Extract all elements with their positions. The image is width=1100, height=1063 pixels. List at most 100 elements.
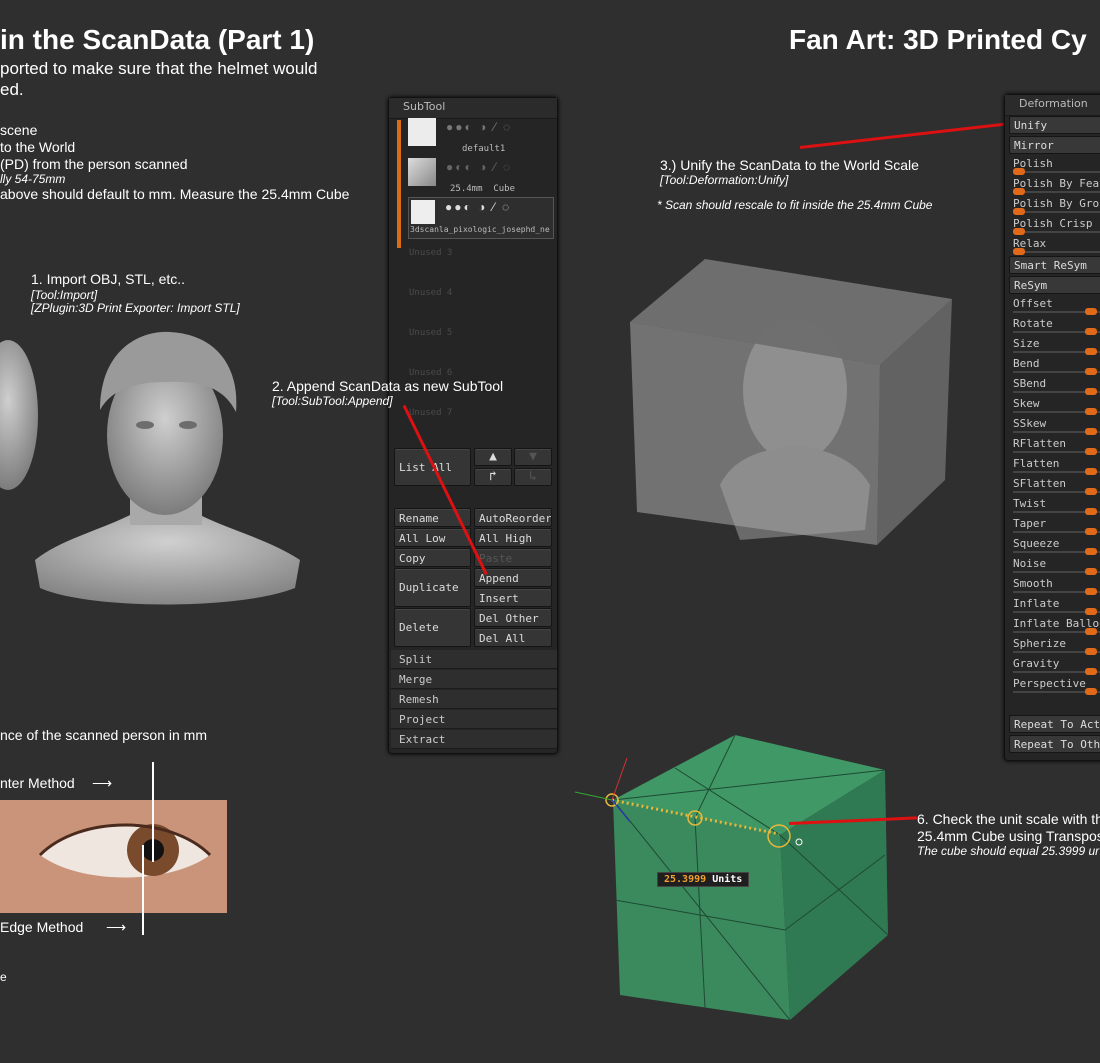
move-up-button[interactable]: ▲ [474,448,512,466]
slider-offset[interactable]: Offset [1009,295,1100,315]
move-to-top-button[interactable]: ↱ [474,468,512,486]
slider-skew[interactable]: Skew [1009,395,1100,415]
subtool-slot-cube[interactable]: ●◐◐ ◑ ⁄ ◌ 25.4mm Cube [408,156,552,196]
cube-thumbnail [408,158,436,186]
slider-knob[interactable] [1085,428,1097,435]
slider-knob[interactable] [1085,548,1097,555]
smart-resym-button[interactable]: Smart ReSym [1009,256,1100,274]
slider-knob[interactable] [1013,168,1025,175]
paste-button[interactable]: Paste [474,548,552,567]
slider-knob[interactable] [1013,248,1025,255]
all-high-button[interactable]: All High [474,528,552,547]
slider-knob[interactable] [1085,648,1097,655]
visibility-icons[interactable]: ●◐◐ ◑ ⁄ ◌ [446,160,512,174]
project-menu[interactable]: Project [391,710,557,729]
slider-flatten[interactable]: Flatten [1009,455,1100,475]
merge-menu[interactable]: Merge [391,670,557,689]
slider-polish-crisp-edges[interactable]: Polish Crisp Edg [1009,215,1100,235]
unused-slot[interactable]: Unused 4 [409,288,551,326]
slider-inflate[interactable]: Inflate [1009,595,1100,615]
slider-sskew[interactable]: SSkew [1009,415,1100,435]
del-other-button[interactable]: Del Other [474,608,552,627]
slider-knob[interactable] [1085,408,1097,415]
subtool-slot-scan[interactable]: ●●◐ ◑ ⁄ ◌ 3dscanla_pixologic_josephd_neu [408,197,554,239]
delete-button[interactable]: Delete [394,608,471,647]
unused-slot[interactable]: Unused 3 [409,248,551,286]
unused-slot[interactable]: Unused 7 [409,408,551,446]
slider-knob[interactable] [1085,388,1097,395]
copy-button[interactable]: Copy [394,548,471,567]
slider-size[interactable]: Size [1009,335,1100,355]
slider-label: Smooth [1013,577,1053,590]
slider-knob[interactable] [1085,508,1097,515]
slider-rotate[interactable]: Rotate [1009,315,1100,335]
slider-knob[interactable] [1013,228,1025,235]
extract-menu[interactable]: Extract [391,730,557,749]
duplicate-button[interactable]: Duplicate [394,568,471,607]
slider-knob[interactable] [1085,688,1097,695]
step1-sub2: [ZPlugin:3D Print Exporter: Import STL] [31,301,240,315]
move-down-button[interactable]: ▼ [514,448,552,466]
slider-polish-by-features[interactable]: Polish By Featu [1009,175,1100,195]
mirror-button[interactable]: Mirror [1009,136,1100,154]
slider-knob[interactable] [1085,368,1097,375]
subtool-slot-default1[interactable]: ●●◐ ◑ ⁄ ◌ default1 [408,116,552,156]
slider-knob[interactable] [1085,468,1097,475]
subtool-name: 25.4mm Cube [450,184,516,194]
slider-knob[interactable] [1085,588,1097,595]
visibility-icons[interactable]: ●●◐ ◑ ⁄ ◌ [445,200,511,214]
slider-spherize[interactable]: Spherize [1009,635,1100,655]
slider-knob[interactable] [1085,668,1097,675]
slider-label: Polish By Featu [1013,177,1100,190]
slider-rflatten[interactable]: RFlatten [1009,435,1100,455]
move-to-bottom-button[interactable]: ↳ [514,468,552,486]
slider-knob[interactable] [1085,608,1097,615]
slider-knob[interactable] [1085,528,1097,535]
scroll-indicator[interactable] [397,120,401,248]
slider-knob[interactable] [1085,328,1097,335]
del-all-button[interactable]: Del All [474,628,552,647]
slider-bend[interactable]: Bend [1009,355,1100,375]
resym-button[interactable]: ReSym [1009,276,1100,294]
slider-label: Rotate [1013,317,1053,330]
slider-taper[interactable]: Taper [1009,515,1100,535]
slider-label: Polish By Group [1013,197,1100,210]
slider-gravity[interactable]: Gravity [1009,655,1100,675]
insert-button[interactable]: Insert [474,588,552,607]
slider-inflate-balloon[interactable]: Inflate Balloon [1009,615,1100,635]
slider-knob[interactable] [1013,208,1025,215]
slider-perspective[interactable]: Perspective [1009,675,1100,695]
step3-note: * Scan should rescale to fit inside the … [657,198,933,212]
slider-sflatten[interactable]: SFlatten [1009,475,1100,495]
step3-sub: [Tool:Deformation:Unify] [660,173,789,187]
visibility-icons[interactable]: ●●◐ ◑ ⁄ ◌ [446,120,512,134]
slider-relax[interactable]: Relax [1009,235,1100,255]
step1-sub1: [Tool:Import] [31,288,98,302]
right-title: Fan Art: 3D Printed Cy [789,24,1087,55]
slider-squeeze[interactable]: Squeeze [1009,535,1100,555]
unify-button[interactable]: Unify [1009,116,1100,134]
repeat-to-other-button[interactable]: Repeat To Oth [1009,735,1100,753]
split-menu[interactable]: Split [391,650,557,669]
slider-sbend[interactable]: SBend [1009,375,1100,395]
slider-knob[interactable] [1085,308,1097,315]
scan-thumbnail [411,200,435,224]
slider-polish-by-groups[interactable]: Polish By Group [1009,195,1100,215]
slider-knob[interactable] [1085,348,1097,355]
scan-head-images [0,331,300,605]
slider-knob[interactable] [1085,488,1097,495]
slider-noise[interactable]: Noise [1009,555,1100,575]
slider-polish[interactable]: Polish [1009,155,1100,175]
unused-slot[interactable]: Unused 5 [409,328,551,366]
slider-smooth[interactable]: Smooth [1009,575,1100,595]
slider-twist[interactable]: Twist [1009,495,1100,515]
slider-knob[interactable] [1085,448,1097,455]
slider-label: Bend [1013,357,1040,370]
repeat-to-active-button[interactable]: Repeat To Act [1009,715,1100,733]
slider-knob[interactable] [1085,628,1097,635]
all-low-button[interactable]: All Low [394,528,471,547]
slider-knob[interactable] [1013,188,1025,195]
auto-reorder-button[interactable]: AutoReorder [474,508,552,527]
slider-knob[interactable] [1085,568,1097,575]
remesh-menu[interactable]: Remesh [391,690,557,709]
